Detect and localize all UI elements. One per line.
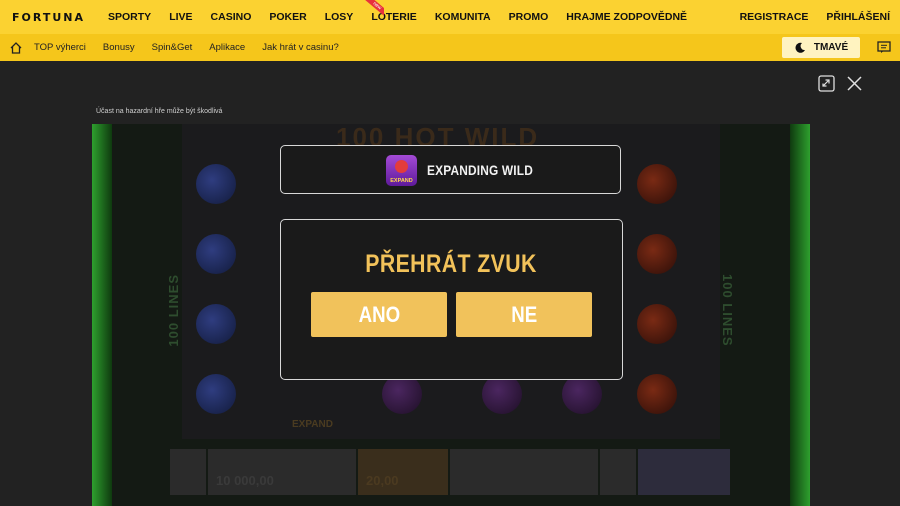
- nav-sporty[interactable]: SPORTY: [108, 11, 151, 23]
- subnav-aplikace[interactable]: Aplikace: [209, 42, 245, 53]
- plum-symbol: [196, 304, 236, 344]
- sound-dialog: PŘEHRÁT ZVUK ANO NE: [280, 219, 623, 380]
- theme-label: TMAVÉ: [813, 42, 849, 53]
- nav-komunita[interactable]: KOMUNITA: [435, 11, 491, 23]
- main-nav: SPORTY LIVE CASINO POKER LOSY LOTERIE KO…: [98, 0, 705, 34]
- casino-subnav: TOP výherci Bonusy Spin&Get Aplikace Jak…: [0, 34, 900, 61]
- win-panel: 20,00: [358, 449, 448, 495]
- bet-panel: 10 000,00: [208, 449, 356, 495]
- new-badge: new: [364, 0, 384, 16]
- gambling-warning: Účast na hazardní hře může být škodlivá: [96, 108, 223, 115]
- login-link[interactable]: PŘIHLÁŠENÍ: [826, 11, 890, 23]
- nav-live[interactable]: LIVE: [169, 11, 192, 23]
- orange-symbol: [637, 164, 677, 204]
- subnav-top-vyherci[interactable]: TOP výherci: [34, 42, 86, 53]
- nav-poker[interactable]: POKER: [269, 11, 306, 23]
- register-link[interactable]: REGISTRACE: [740, 11, 809, 23]
- feature-icon-label: EXPAND: [390, 178, 413, 184]
- fortuna-logo[interactable]: FORTUNA: [12, 11, 98, 24]
- lines-panel: [450, 449, 598, 495]
- subnav-jak-hrat[interactable]: Jak hrát v casinu?: [262, 42, 339, 53]
- sound-no-button[interactable]: NE: [456, 292, 592, 337]
- orange-symbol: [637, 304, 677, 344]
- nav-casino[interactable]: CASINO: [211, 11, 252, 23]
- plum-symbol: [196, 164, 236, 204]
- bet-value: 10 000,00: [216, 473, 274, 488]
- chat-icon[interactable]: [877, 40, 893, 56]
- orange-symbol: [637, 234, 677, 274]
- plum-symbol: [482, 374, 522, 414]
- home-icon[interactable]: [6, 38, 26, 58]
- lines-label-right: 100 LINES: [720, 274, 735, 347]
- right-glow: [790, 124, 810, 506]
- close-icon[interactable]: [847, 76, 865, 94]
- game-controls: 10 000,00 20,00: [170, 449, 730, 495]
- moon-icon: [795, 42, 805, 53]
- sound-dialog-title: PŘEHRÁT ZVUK: [365, 250, 537, 278]
- plum-symbol: [196, 234, 236, 274]
- autoplay-button[interactable]: [600, 449, 636, 495]
- plum-symbol: [196, 374, 236, 414]
- subnav-spin-get[interactable]: Spin&Get: [152, 42, 193, 53]
- new-badge-label: new: [364, 0, 384, 16]
- nav-promo[interactable]: PROMO: [509, 11, 549, 23]
- theme-toggle-button[interactable]: TMAVÉ: [782, 37, 860, 58]
- feature-info-box: EXPAND EXPANDING WILD: [280, 145, 621, 194]
- bet-step-button[interactable]: [170, 449, 206, 495]
- orange-symbol: [637, 374, 677, 414]
- lines-label-left: 100 LINES: [166, 274, 181, 347]
- plum-symbol: [382, 374, 422, 414]
- win-value: 20,00: [366, 473, 399, 488]
- expanding-wild-icon: EXPAND: [386, 155, 417, 186]
- top-navbar: FORTUNA SPORTY LIVE CASINO POKER LOSY LO…: [0, 0, 900, 34]
- left-glow: [92, 124, 112, 506]
- sound-yes-button[interactable]: ANO: [311, 292, 447, 337]
- expand-symbol-label: EXPAND: [292, 419, 333, 430]
- subnav-bonusy[interactable]: Bonusy: [103, 42, 135, 53]
- no-label: NE: [511, 301, 537, 327]
- nav-hrajme-zodpovedne[interactable]: HRAJME ZODPOVĚDNĚ: [566, 11, 687, 23]
- yes-label: ANO: [358, 301, 400, 327]
- nav-losy[interactable]: LOSY: [325, 11, 354, 23]
- fullscreen-icon[interactable]: [818, 75, 836, 93]
- feature-text: EXPANDING WILD: [427, 162, 533, 178]
- spin-button[interactable]: [638, 449, 730, 495]
- plum-symbol: [562, 374, 602, 414]
